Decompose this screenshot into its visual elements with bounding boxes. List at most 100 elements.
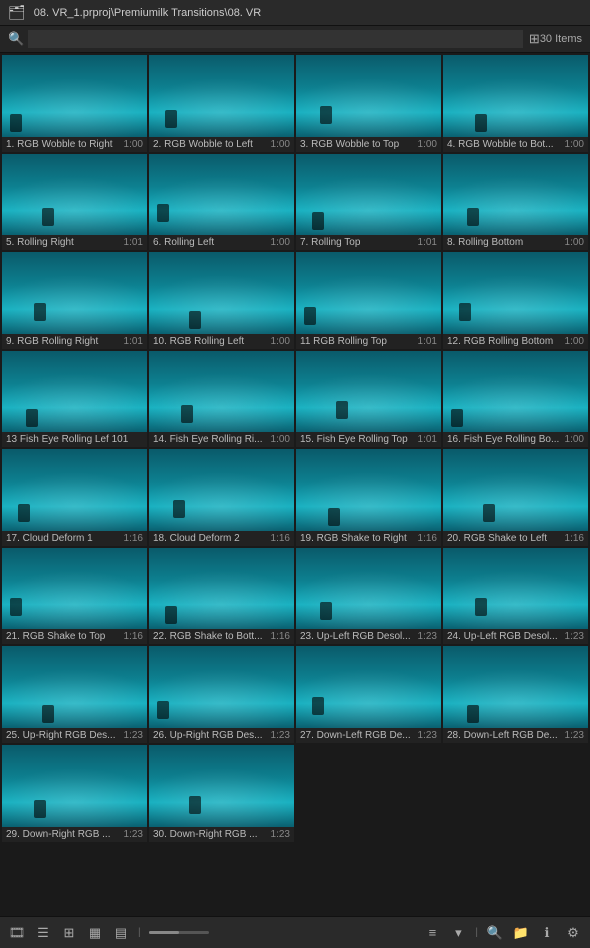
grid-item[interactable]: 13 Fish Eye Rolling Lef 101	[2, 351, 147, 448]
item-duration: 1:23	[565, 631, 584, 642]
item-duration: 1:16	[124, 631, 143, 642]
search-bar: 🔍 ⊞ 30 Items	[0, 26, 590, 53]
grid-item[interactable]: 28. Down-Left RGB De... 1:23	[443, 646, 588, 743]
settings-icon[interactable]: ⚙	[564, 924, 582, 942]
item-name: 22. RGB Shake to Bott...	[153, 631, 267, 642]
item-name: 24. Up-Left RGB Desol...	[447, 631, 561, 642]
grid-item[interactable]: 22. RGB Shake to Bott... 1:16	[149, 548, 294, 645]
grid-item[interactable]: 17. Cloud Deform 1 1:16	[2, 449, 147, 546]
grid-item[interactable]: 2. RGB Wobble to Left 1:00	[149, 55, 294, 152]
search-icon: 🔍	[8, 31, 24, 47]
search-toolbar-icon[interactable]: 🔍	[486, 924, 504, 942]
item-duration: 1:01	[418, 237, 437, 248]
panel-icon[interactable]: ▤	[112, 924, 130, 942]
grid-item[interactable]: 8. Rolling Bottom 1:00	[443, 154, 588, 251]
item-name: 8. Rolling Bottom	[447, 237, 561, 248]
item-duration: 1:23	[271, 829, 290, 840]
item-duration: 1:00	[124, 139, 143, 150]
item-name: 1. RGB Wobble to Right	[6, 139, 120, 150]
grid-item[interactable]: 1. RGB Wobble to Right 1:00	[2, 55, 147, 152]
item-duration: 1:00	[271, 237, 290, 248]
grid-item[interactable]: 20. RGB Shake to Left1:16	[443, 449, 588, 546]
dropdown-icon[interactable]: ▾	[449, 924, 467, 942]
media-type-icon[interactable]: 🎞	[8, 924, 26, 942]
grid-item[interactable]: 30. Down-Right RGB ... 1:23	[149, 745, 294, 842]
media-grid: 1. RGB Wobble to Right1:002. RGB Wobble …	[0, 53, 590, 844]
grid-item[interactable]: 4. RGB Wobble to Bot... 1:00	[443, 55, 588, 152]
item-name: 13 Fish Eye Rolling Lef 101	[6, 434, 139, 445]
item-name: 16. Fish Eye Rolling Bo...	[447, 434, 561, 445]
item-name: 28. Down-Left RGB De...	[447, 730, 561, 741]
item-name: 12. RGB Rolling Bottom	[447, 336, 561, 347]
grid-item[interactable]: 19. RGB Shake to Right 1:16	[296, 449, 441, 546]
grid-item[interactable]: 6. Rolling Left 1:00	[149, 154, 294, 251]
item-duration: 1:00	[271, 336, 290, 347]
grid-item[interactable]: 11 RGB Rolling Top1:01	[296, 252, 441, 349]
info-icon[interactable]: ℹ	[538, 924, 556, 942]
media-browser-icon[interactable]: 📁	[512, 924, 530, 942]
item-duration: 1:00	[565, 434, 584, 445]
item-duration: 1:16	[124, 533, 143, 544]
item-name: 25. Up-Right RGB Des...	[6, 730, 120, 741]
item-duration: 1:01	[418, 434, 437, 445]
item-name: 20. RGB Shake to Left	[447, 533, 561, 544]
item-duration: 1:16	[271, 533, 290, 544]
item-name: 6. Rolling Left	[153, 237, 267, 248]
item-duration: 1:23	[124, 829, 143, 840]
item-duration: 1:23	[418, 631, 437, 642]
item-name: 5. Rolling Right	[6, 237, 120, 248]
item-duration: 1:01	[124, 336, 143, 347]
item-duration: 1:00	[418, 139, 437, 150]
zoom-slider[interactable]	[149, 931, 209, 934]
item-duration: 1:16	[418, 533, 437, 544]
item-name: 18. Cloud Deform 2	[153, 533, 267, 544]
grid-item[interactable]: 15. Fish Eye Rolling Top 1:01	[296, 351, 441, 448]
grid-item[interactable]: 5. Rolling Right 1:01	[2, 154, 147, 251]
item-name: 15. Fish Eye Rolling Top	[300, 434, 414, 445]
grid-item[interactable]: 21. RGB Shake to Top1:16	[2, 548, 147, 645]
item-duration: 1:00	[271, 434, 290, 445]
item-name: 27. Down-Left RGB De...	[300, 730, 414, 741]
grid-item[interactable]: 24. Up-Left RGB Desol... 1:23	[443, 548, 588, 645]
item-name: 30. Down-Right RGB ...	[153, 829, 267, 840]
grid-small-icon[interactable]: ⊞	[60, 924, 78, 942]
item-name: 7. Rolling Top	[300, 237, 414, 248]
item-duration: 1:16	[271, 631, 290, 642]
item-name: 26. Up-Right RGB Des...	[153, 730, 267, 741]
grid-item[interactable]: 9. RGB Rolling Right1:01	[2, 252, 147, 349]
items-count: 30 Items	[540, 33, 582, 45]
grid-item[interactable]: 12. RGB Rolling Bottom 1:00	[443, 252, 588, 349]
grid-item[interactable]: 18. Cloud Deform 2 1:16	[149, 449, 294, 546]
list-view-icon[interactable]: ☰	[34, 924, 52, 942]
grid-item[interactable]: 25. Up-Right RGB Des... 1:23	[2, 646, 147, 743]
item-name: 3. RGB Wobble to Top	[300, 139, 414, 150]
item-name: 11 RGB Rolling Top	[300, 336, 414, 347]
item-duration: 1:00	[565, 336, 584, 347]
item-name: 14. Fish Eye Rolling Ri...	[153, 434, 267, 445]
item-name: 23. Up-Left RGB Desol...	[300, 631, 414, 642]
item-name: 2. RGB Wobble to Left	[153, 139, 267, 150]
grid-item[interactable]: 14. Fish Eye Rolling Ri... 1:00	[149, 351, 294, 448]
grid-item[interactable]: 26. Up-Right RGB Des...1:23	[149, 646, 294, 743]
grid-item[interactable]: 23. Up-Left RGB Desol... 1:23	[296, 548, 441, 645]
filter-icon[interactable]: ⊞	[529, 31, 540, 47]
item-name: 19. RGB Shake to Right	[300, 533, 414, 544]
item-duration: 1:23	[565, 730, 584, 741]
item-name: 17. Cloud Deform 1	[6, 533, 120, 544]
grid-item[interactable]: 29. Down-Right RGB ...1:23	[2, 745, 147, 842]
grid-item[interactable]: 3. RGB Wobble to Top 1:00	[296, 55, 441, 152]
grid-large-icon[interactable]: ▦	[86, 924, 104, 942]
item-duration: 1:00	[565, 237, 584, 248]
item-duration: 1:01	[124, 237, 143, 248]
grid-item[interactable]: 16. Fish Eye Rolling Bo... 1:00	[443, 351, 588, 448]
item-duration: 1:00	[271, 139, 290, 150]
item-duration: 1:23	[124, 730, 143, 741]
item-name: 4. RGB Wobble to Bot...	[447, 139, 561, 150]
grid-item[interactable]: 7. Rolling Top 1:01	[296, 154, 441, 251]
grid-item[interactable]: 10. RGB Rolling Left 1:00	[149, 252, 294, 349]
item-name: 10. RGB Rolling Left	[153, 336, 267, 347]
menu-icon[interactable]: ≡	[423, 924, 441, 942]
search-input[interactable]	[28, 30, 523, 48]
grid-item[interactable]: 27. Down-Left RGB De...1:23	[296, 646, 441, 743]
item-duration: 1:00	[565, 139, 584, 150]
